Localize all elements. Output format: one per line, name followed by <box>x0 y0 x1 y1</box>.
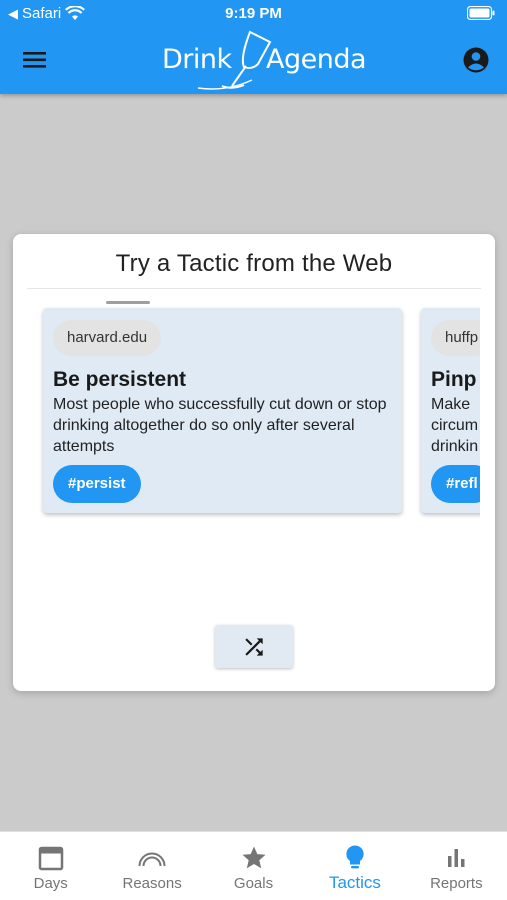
lightbulb-icon <box>346 845 364 869</box>
shuffle-icon <box>245 637 263 656</box>
dialog-divider <box>27 288 481 289</box>
app-bar: Drink Agenda <box>0 28 507 94</box>
bottom-navigation: Days Reasons Goals Tactics Reports <box>0 831 507 900</box>
tactic-description: Most people who successfully cut down or… <box>53 396 387 455</box>
tactic-card[interactable]: huffp Pinp Make circum drinkin #refl <box>421 308 480 513</box>
tactic-dialog: Try a Tactic from the Web harvard.edu Be… <box>13 234 495 691</box>
drink-agenda-logo: Drink Agenda <box>160 30 367 92</box>
tactic-card[interactable]: harvard.edu Be persistent Most people wh… <box>43 308 402 513</box>
tactic-title: Be persistent <box>53 368 187 391</box>
nav-label-tactics: Tactics <box>328 873 381 892</box>
bar-chart-icon <box>448 849 465 867</box>
nav-label-days: Days <box>33 875 68 892</box>
tactics-carousel[interactable]: harvard.edu Be persistent Most people wh… <box>13 294 480 524</box>
account-circle-icon <box>463 47 489 73</box>
logo-word-agenda: Agenda <box>266 44 367 75</box>
nav-item-goals[interactable]: Goals <box>203 832 304 900</box>
nav-item-tactics[interactable]: Tactics <box>304 832 405 900</box>
nav-item-days[interactable]: Days <box>0 832 101 900</box>
carousel-scroll-indicator <box>106 301 150 304</box>
tag-chip[interactable]: #persist <box>53 465 141 503</box>
dialog-title: Try a Tactic from the Web <box>115 250 393 277</box>
tactic-description: Make circum drinkin <box>431 396 479 455</box>
nav-label-reasons: Reasons <box>122 875 182 892</box>
rainbow-icon <box>138 852 166 867</box>
account-button[interactable] <box>461 45 491 75</box>
nav-item-reasons[interactable]: Reasons <box>101 832 202 900</box>
calendar-icon <box>38 846 63 871</box>
source-chip[interactable]: huffp <box>431 320 480 356</box>
status-time: 9:19 PM <box>225 5 282 22</box>
nav-label-reports: Reports <box>430 875 483 892</box>
nav-item-reports[interactable]: Reports <box>406 832 507 900</box>
shuffle-button[interactable] <box>215 625 293 668</box>
battery-icon <box>466 5 495 24</box>
source-chip[interactable]: harvard.edu <box>53 320 162 356</box>
menu-button[interactable] <box>20 46 50 74</box>
star-icon <box>242 846 266 869</box>
status-bar: ◀ Safari 9:19 PM <box>0 0 507 28</box>
tactic-title: Pinp <box>431 368 477 391</box>
hamburger-menu-icon <box>23 52 46 68</box>
app-header: ◀ Safari 9:19 PM Drink Agenda <box>0 0 507 94</box>
nav-label-goals: Goals <box>233 875 274 892</box>
tag-chip[interactable]: #refl <box>431 465 480 503</box>
